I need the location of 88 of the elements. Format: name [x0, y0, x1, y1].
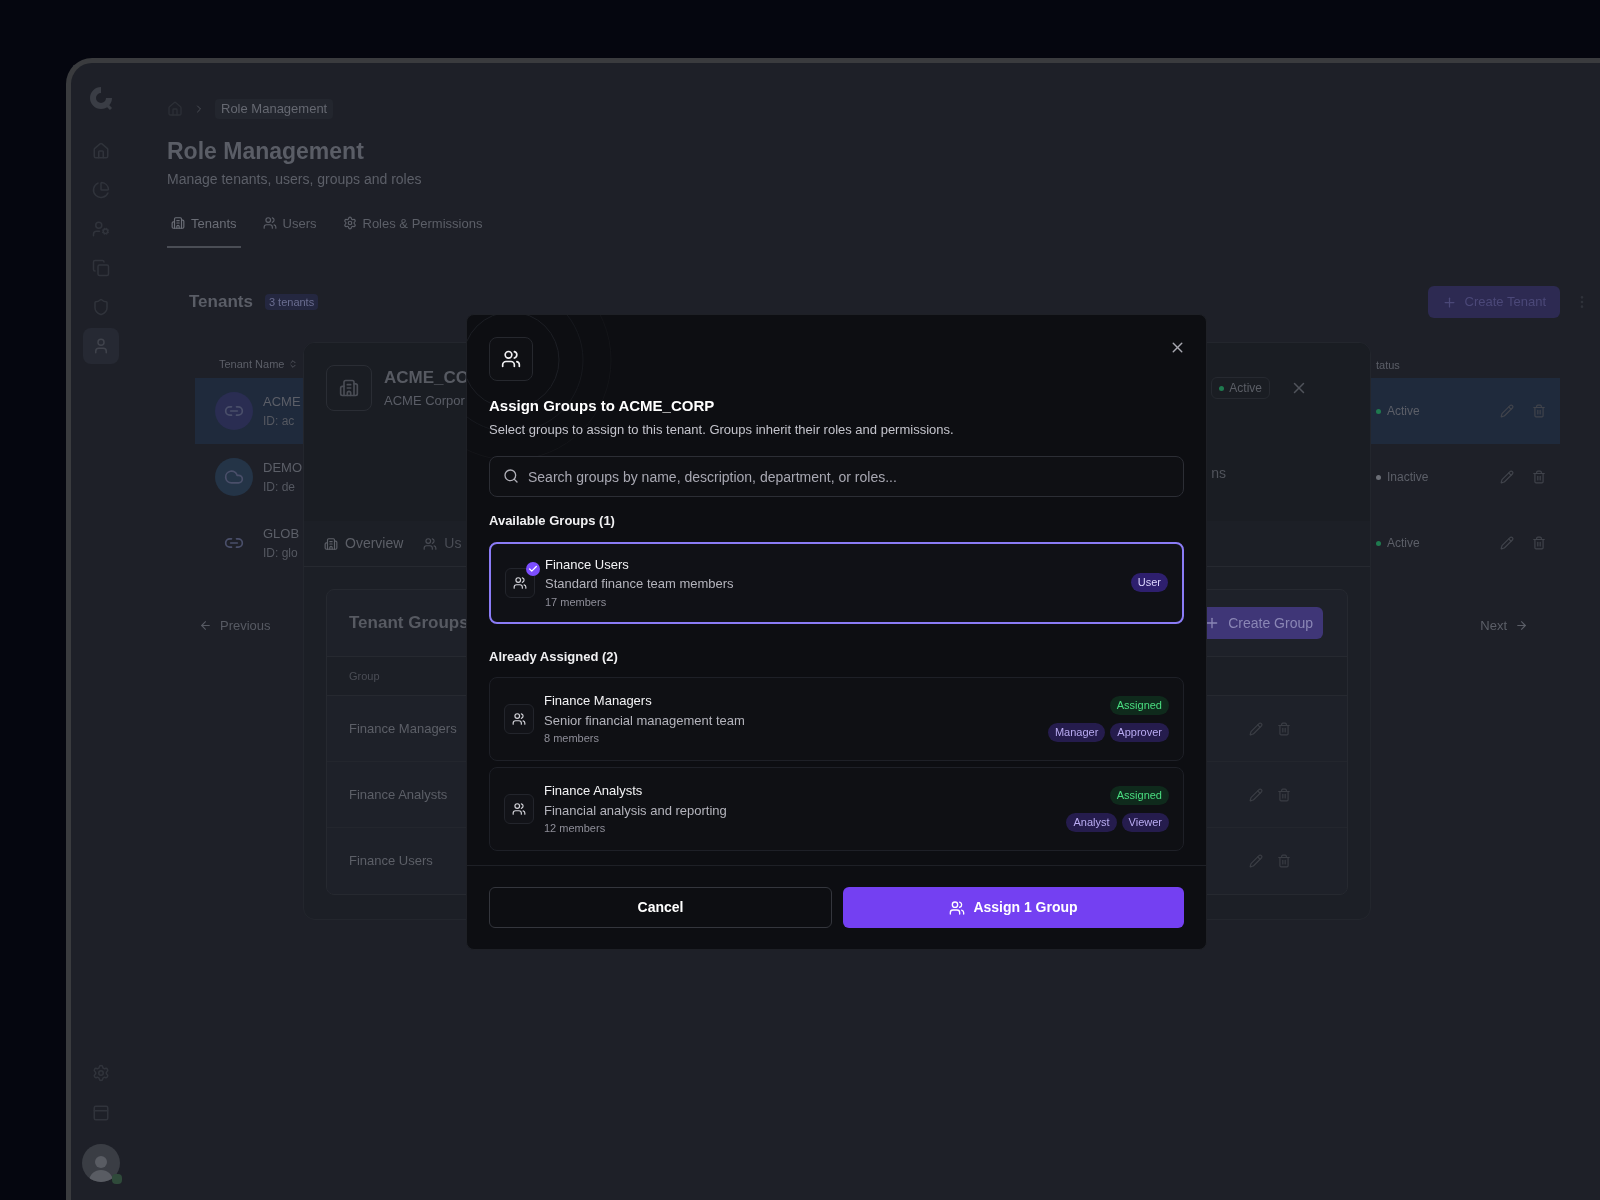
users-icon: [512, 712, 526, 726]
delete-icon[interactable]: [1277, 721, 1291, 736]
cloud-icon: [224, 467, 244, 487]
users-icon: [949, 899, 966, 916]
page-title: Role Management: [167, 137, 365, 165]
delete-icon[interactable]: [1532, 404, 1546, 418]
next-button[interactable]: Next: [1480, 616, 1528, 636]
group-description: Standard finance team members: [545, 575, 734, 594]
arrow-left-icon: [199, 619, 212, 633]
tenant-detail-text: ns: [1211, 464, 1226, 483]
user-icon: [92, 337, 110, 355]
group-description: Financial analysis and reporting: [544, 801, 727, 820]
page-tab[interactable]: Tenants: [167, 214, 241, 248]
group-card[interactable]: Finance Analysts Financial analysis and reporting 12 members Assigned Analyst Viewer: [489, 767, 1184, 851]
tenant-name: ACME: [263, 393, 301, 412]
assigned-badge: Assigned: [1109, 696, 1169, 715]
page-tab[interactable]: Roles & Permissions: [338, 214, 487, 248]
tenant-id: ID: glo: [263, 544, 299, 562]
group-name: Finance Users: [349, 852, 433, 871]
tenant-name: ACME_CO: [384, 367, 469, 389]
delete-icon[interactable]: [1532, 470, 1546, 484]
group-name: Finance Users: [545, 555, 630, 574]
breadcrumb-current[interactable]: Role Management: [215, 99, 334, 119]
role-tag: Viewer: [1121, 813, 1169, 832]
page-subtitle: Manage tenants, users, groups and roles: [167, 170, 423, 189]
member-count: 17 members: [545, 594, 608, 610]
edit-icon[interactable]: [1500, 536, 1514, 550]
edit-icon[interactable]: [1500, 404, 1514, 418]
assign-button[interactable]: Assign 1 Group: [843, 887, 1184, 928]
users-icon: [501, 349, 521, 369]
tenant-id: ID: de: [263, 478, 296, 496]
status-label: Active: [1387, 403, 1420, 420]
section-heading: Already Assigned (2): [489, 647, 619, 666]
member-count: 8 members: [544, 731, 601, 747]
group-name: Finance Managers: [349, 719, 457, 738]
sort-icon: [288, 359, 299, 369]
status-badge: Active: [1211, 377, 1270, 399]
assigned-badge: Assigned: [1109, 786, 1169, 805]
previous-button[interactable]: Previous: [199, 616, 271, 636]
plus-icon: [1441, 294, 1457, 310]
page-tab[interactable]: Users: [258, 214, 321, 248]
building-icon: [339, 378, 359, 398]
users-icon: [423, 536, 438, 551]
users-icon: [512, 802, 526, 816]
delete-icon[interactable]: [1532, 536, 1546, 550]
role-tag: Manager: [1047, 723, 1106, 742]
role-tag: Approver: [1110, 723, 1169, 742]
delete-icon[interactable]: [1277, 787, 1291, 802]
settings-icon: [342, 216, 357, 230]
status-label: Inactive: [1387, 469, 1429, 486]
column-header[interactable]: Tenant Name: [219, 355, 285, 373]
role-tag: Analyst: [1066, 813, 1117, 832]
users-icon: [262, 216, 277, 230]
logo-icon: [88, 85, 114, 111]
arrow-right-icon: [1515, 619, 1528, 633]
panel-tab[interactable]: Overview: [324, 533, 404, 554]
users-icon: [513, 575, 527, 590]
column-header[interactable]: tatus: [1376, 359, 1400, 371]
sidebar-nav-item[interactable]: [83, 328, 119, 364]
section-title: Tenants: [189, 291, 253, 314]
role-tag: User: [1130, 573, 1168, 592]
tenant-name: GLOB: [263, 525, 300, 544]
group-card[interactable]: Finance Users Standard finance team members 17 members User: [489, 541, 1184, 624]
search-icon: [503, 468, 519, 484]
dialog-subtitle: Select groups to assign to this tenant. Groups inherit their roles and permissions.: [489, 420, 955, 439]
edit-icon[interactable]: [1249, 721, 1263, 736]
tenant-count: 3 tenants: [264, 293, 319, 311]
edit-icon[interactable]: [1249, 854, 1263, 868]
group-description: Senior financial management team: [544, 711, 745, 730]
card-title: Tenant Groups: [349, 612, 469, 635]
search-field[interactable]: Search groups by name, description, department, or roles...: [489, 456, 1184, 497]
section-heading: Available Groups (1): [489, 512, 616, 530]
delete-icon[interactable]: [1277, 854, 1291, 868]
group-name: Finance Analysts: [544, 782, 644, 801]
edit-icon[interactable]: [1249, 787, 1263, 802]
dialog-title: Assign Groups to ACME_CORP: [489, 396, 716, 416]
tenant-legal-name: ACME Corpor: [384, 391, 466, 410]
group-name: Finance Analysts: [349, 785, 448, 804]
building-icon: [171, 216, 185, 230]
group-name: Finance Managers: [544, 692, 653, 711]
member-count: 12 members: [544, 821, 607, 837]
building-icon: [324, 536, 338, 551]
status-label: Active: [1387, 535, 1420, 552]
user-avatar[interactable]: [82, 1144, 120, 1182]
group-card[interactable]: Finance Managers Senior financial management team 8 members Assigned Manager Approver: [489, 677, 1184, 761]
edit-icon[interactable]: [1500, 470, 1514, 484]
cancel-button[interactable]: Cancel: [489, 887, 832, 928]
tenant-name: DEMO: [263, 459, 302, 478]
